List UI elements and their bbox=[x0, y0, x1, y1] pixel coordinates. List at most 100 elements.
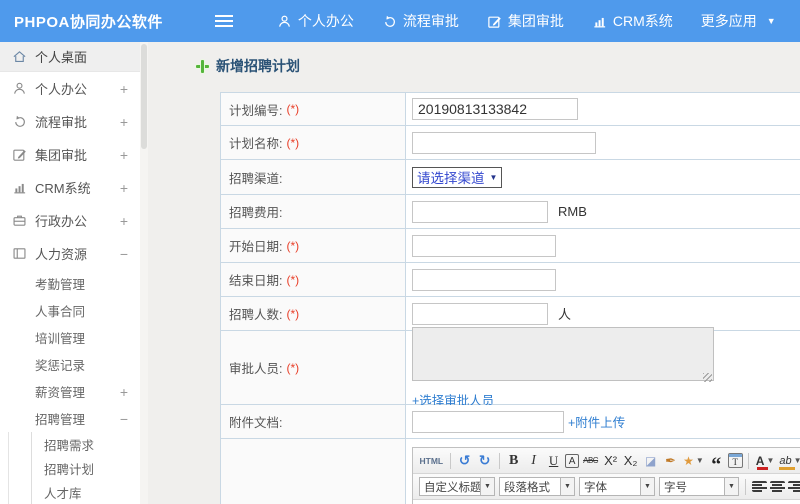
headcount-unit-label: 人 bbox=[558, 307, 572, 322]
field-value-cell: +附件上传 bbox=[406, 405, 800, 438]
field-value-cell bbox=[406, 229, 800, 262]
nav-label: 个人办公 bbox=[297, 13, 354, 29]
sidebar-item-personal-desktop[interactable]: 个人桌面 bbox=[0, 42, 140, 72]
sidebar-item-recruitment-management[interactable]: 招聘管理 − bbox=[0, 405, 140, 432]
sidebar-item-attendance-management[interactable]: 考勤管理 bbox=[0, 270, 140, 297]
font-family-select[interactable]: 字体 ▼ bbox=[579, 477, 655, 496]
subscript-icon[interactable]: X₂ bbox=[622, 451, 639, 471]
strikethrough-icon[interactable]: ABC bbox=[582, 451, 599, 471]
eraser-icon[interactable]: ◪ bbox=[642, 451, 659, 471]
required-mark: (*) bbox=[286, 272, 300, 287]
menu-icon[interactable] bbox=[214, 15, 233, 27]
top-nav-menu: 个人办公 流程审批 集团审批 CRM系统 更多应用 ▼ bbox=[263, 0, 790, 42]
sidebar-item-crm-system[interactable]: CRM系统 + bbox=[0, 171, 140, 204]
expand-toggle[interactable]: + bbox=[118, 384, 130, 400]
sidebar-item-group-approval[interactable]: 集团审批 + bbox=[0, 138, 140, 171]
field-label-cell bbox=[221, 439, 406, 504]
fee-input[interactable] bbox=[412, 200, 548, 223]
toolbar-separator bbox=[745, 478, 746, 495]
nav-group-approval[interactable]: 集团审批 bbox=[473, 0, 578, 42]
highlight-icon[interactable]: ab▼ bbox=[778, 451, 800, 471]
main-content: 新增招聘计划 计划编号: (*) 计划名称: (*) bbox=[148, 42, 800, 504]
expand-toggle[interactable]: + bbox=[118, 81, 130, 97]
sidebar-item-training-management[interactable]: 培训管理 bbox=[0, 324, 140, 351]
field-value-cell bbox=[406, 126, 800, 159]
sidebar-item-human-resources[interactable]: 人力资源 − bbox=[0, 237, 140, 270]
edit-icon bbox=[488, 16, 501, 28]
channel-select[interactable]: 请选择渠道 ▼ bbox=[412, 166, 503, 188]
custom-title-select-label: 自定义标题 bbox=[424, 481, 480, 494]
expand-toggle[interactable]: + bbox=[118, 147, 130, 163]
field-label-cell: 结束日期: (*) bbox=[221, 263, 406, 296]
field-label-cell: 招聘费用: bbox=[221, 195, 406, 228]
html-source-icon[interactable]: HTML bbox=[419, 451, 445, 471]
expand-toggle[interactable]: − bbox=[118, 246, 130, 262]
attachment-upload-link[interactable]: +附件上传 bbox=[568, 412, 625, 431]
bold-icon[interactable]: B bbox=[505, 451, 522, 471]
process-icon bbox=[384, 15, 395, 27]
nav-more-apps[interactable]: 更多应用 ▼ bbox=[687, 0, 790, 42]
paragraph-format-select[interactable]: 段落格式 ▼ bbox=[499, 477, 575, 496]
sidebar-item-admin-office[interactable]: 行政办公 + bbox=[0, 204, 140, 237]
sidebar-item-talent-pool[interactable]: 人才库 bbox=[32, 480, 140, 504]
sidebar-scrollbar[interactable] bbox=[140, 42, 148, 504]
person-icon bbox=[278, 15, 290, 27]
attachment-input[interactable] bbox=[412, 410, 564, 433]
required-mark: (*) bbox=[286, 102, 300, 116]
custom-title-select[interactable]: 自定义标题 ▼ bbox=[419, 477, 495, 496]
editor-toolbar-row2: 自定义标题▼段落格式▼字体▼字号▼∞ bbox=[413, 474, 800, 500]
align-left-icon[interactable] bbox=[752, 481, 767, 492]
superscript-icon[interactable]: X² bbox=[602, 451, 619, 471]
scrollbar-thumb[interactable] bbox=[141, 44, 147, 149]
editor-toolbar-row1: HTML↺↻BIUAABCX²X₂◪✒★▼“TA▼ab▼☺ bbox=[413, 448, 800, 474]
sidebar-item-label: 考勤管理 bbox=[35, 278, 86, 292]
nav-personal-office[interactable]: 个人办公 bbox=[263, 0, 368, 42]
align-center-icon[interactable] bbox=[770, 481, 785, 492]
undo-icon[interactable]: ↺ bbox=[456, 451, 473, 471]
redo-icon[interactable]: ↻ bbox=[476, 451, 493, 471]
font-border-icon[interactable]: A bbox=[565, 454, 580, 468]
underline-icon[interactable]: U bbox=[545, 451, 562, 471]
blockquote-icon[interactable]: “ bbox=[708, 451, 725, 474]
font-color-icon[interactable]: A ▼ bbox=[755, 451, 776, 471]
toolbar-separator bbox=[449, 452, 451, 469]
nav-label: 集团审批 bbox=[507, 13, 564, 29]
field-label-cell: 审批人员: (*) bbox=[221, 331, 406, 404]
sidebar-item-personal-office[interactable]: 个人办公 + bbox=[0, 72, 140, 105]
sidebar-item-personnel-contract[interactable]: 人事合同 bbox=[0, 297, 140, 324]
format-brush-icon[interactable]: ✒ bbox=[662, 451, 679, 471]
expand-toggle[interactable]: + bbox=[118, 180, 130, 196]
sidebar-item-workflow-approval[interactable]: 流程审批 + bbox=[0, 105, 140, 138]
expand-toggle[interactable]: + bbox=[118, 114, 130, 130]
sidebar-item-recruitment-demand[interactable]: 招聘需求 bbox=[32, 432, 140, 456]
field-label: 结束日期: bbox=[229, 274, 283, 288]
nav-workflow-approval[interactable]: 流程审批 bbox=[368, 0, 473, 42]
font-size-select[interactable]: 字号 ▼ bbox=[659, 477, 739, 496]
sidebar-item-recruitment-plan[interactable]: 招聘计划 bbox=[32, 456, 140, 480]
plan-no-input[interactable] bbox=[412, 98, 578, 120]
sidebar-item-salary-management[interactable]: 薪资管理 + bbox=[0, 378, 140, 405]
headcount-input[interactable] bbox=[412, 302, 548, 325]
auto-typeset-icon[interactable]: ★ ▼ bbox=[682, 451, 705, 471]
approvers-textarea[interactable] bbox=[412, 326, 714, 381]
nav-label: 更多应用 bbox=[700, 13, 757, 29]
plan-name-input[interactable] bbox=[412, 131, 596, 154]
align-right-icon[interactable] bbox=[788, 481, 800, 492]
paste-text-icon[interactable]: T bbox=[727, 453, 743, 468]
channel-select-value: 请选择渠道 bbox=[417, 171, 485, 186]
end-date-input[interactable] bbox=[412, 268, 556, 291]
start-date-input[interactable] bbox=[412, 234, 556, 257]
chart-icon bbox=[14, 183, 26, 194]
expand-toggle[interactable]: + bbox=[118, 213, 130, 229]
field-value-cell: 请选择渠道 ▼ bbox=[406, 160, 800, 194]
editor-content-area[interactable] bbox=[413, 500, 800, 504]
italic-icon[interactable]: I bbox=[525, 451, 542, 471]
resize-grip-icon[interactable] bbox=[703, 372, 712, 382]
fee-unit-label: RMB bbox=[558, 204, 587, 219]
form-row-editor: HTML↺↻BIUAABCX²X₂◪✒★▼“TA▼ab▼☺ 自定义标题▼段落格式… bbox=[221, 439, 800, 504]
sidebar-item-reward-punishment-records[interactable]: 奖惩记录 bbox=[0, 351, 140, 378]
form-row-plan-no: 计划编号: (*) bbox=[221, 93, 800, 126]
nav-crm-system[interactable]: CRM系统 bbox=[578, 0, 687, 42]
field-label-cell: 计划编号: (*) bbox=[221, 93, 406, 125]
expand-toggle[interactable]: − bbox=[118, 411, 130, 427]
